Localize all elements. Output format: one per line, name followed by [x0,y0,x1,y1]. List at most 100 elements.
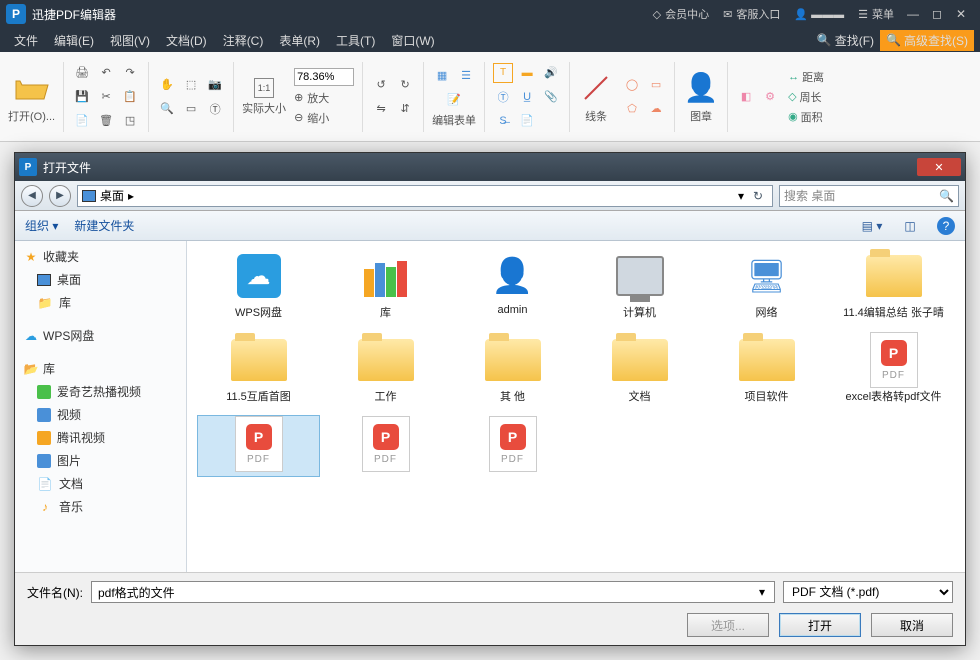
file-item[interactable]: 计算机 [578,247,701,325]
nav-desktop[interactable]: 桌面 [15,268,186,291]
attach-icon[interactable]: 📎 [541,87,561,107]
minimize-button[interactable]: — [906,7,920,21]
forward-button[interactable]: ▶ [49,185,71,207]
dialog-close-button[interactable]: ✕ [917,158,961,176]
find-button[interactable]: 🔍 查找(F) [811,30,880,51]
text-box-icon[interactable]: Ⓣ [493,87,513,107]
form-icon[interactable]: ▦ [432,66,452,86]
filetype-select[interactable]: PDF 文档 (*.pdf) [783,581,953,603]
file-item[interactable]: 库 [324,247,447,325]
zoom-out-button[interactable]: ⊖缩小 [294,110,354,126]
advanced-find-button[interactable]: 🔍 高级查找(S) [880,30,974,51]
close-button[interactable]: ✕ [954,7,968,21]
select-icon[interactable]: ⬚ [181,75,201,95]
nav-pictures[interactable]: 图片 [15,449,186,472]
redo-icon[interactable]: ↷ [120,63,140,83]
eraser-icon[interactable]: ◧ [736,87,756,107]
strike-icon[interactable]: S̶ [493,111,513,131]
new-folder-button[interactable]: 新建文件夹 [74,217,134,234]
nav-library-fav[interactable]: 📁库 [15,291,186,314]
nav-tencent[interactable]: 腾讯视频 [15,426,186,449]
marquee-icon[interactable]: ▭ [181,99,201,119]
options-button[interactable]: 选项... [687,613,769,637]
distance-button[interactable]: ↔距离 [788,69,824,85]
file-item[interactable]: PPDF [451,415,574,477]
camera-icon[interactable]: 📷 [205,75,225,95]
lines-group[interactable]: 线条 [578,70,614,124]
crop-icon[interactable]: ◳ [120,111,140,131]
cut-icon[interactable]: ✂ [96,87,116,107]
dropdown-icon[interactable]: ▾ [738,189,744,203]
open-group[interactable]: 打开(O)... [8,70,55,124]
wps-drive[interactable]: ☁WPS网盘 [15,324,186,347]
ellipse-icon[interactable]: ◯ [622,75,642,95]
back-button[interactable]: ◀ [21,185,43,207]
help-icon[interactable]: ? [937,217,955,235]
flip-v-icon[interactable]: ⇵ [395,99,415,119]
menu-item[interactable]: 表单(R) [271,29,328,52]
nav-documents[interactable]: 📄文档 [15,472,186,495]
menu-item[interactable]: 视图(V) [102,29,158,52]
flip-h-icon[interactable]: ⇋ [371,99,391,119]
zoom-in-button[interactable]: ⊕放大 [294,90,354,106]
save-icon[interactable]: 💾 [72,87,92,107]
print-icon[interactable]: 🖨 [72,63,92,83]
filename-input[interactable] [91,581,775,603]
note-icon[interactable]: 📄 [517,111,537,131]
menu-item[interactable]: 窗口(W) [383,29,442,52]
copy-icon[interactable]: 📋 [120,87,140,107]
zoom-icon[interactable]: 🔍 [157,99,177,119]
favorites-header[interactable]: ★收藏夹 [15,245,186,268]
maximize-button[interactable]: ◻ [930,7,944,21]
view-mode-button[interactable]: ▤ ▾ [861,215,883,237]
hand-icon[interactable]: ✋ [157,75,177,95]
text-tool-icon[interactable]: T [493,63,513,83]
file-item[interactable]: PPDFexcel表格转pdf文件 [832,331,955,409]
filename-dropdown-icon[interactable]: ▾ [759,585,765,599]
address-bar[interactable]: 桌面 ▸ ▾ ↻ [77,185,773,207]
file-item[interactable]: 其 他 [451,331,574,409]
clipboard-icon[interactable]: 📄 [72,111,92,131]
user-profile[interactable]: 👤 ▬▬▬ [794,8,844,21]
underline-icon[interactable]: U̲ [517,87,537,107]
edit-form-button[interactable]: 📝 编辑表单 [432,90,476,128]
search-input[interactable]: 搜索 桌面 🔍 [779,185,959,207]
gear-icon[interactable]: ⚙ [760,87,780,107]
stamp-group[interactable]: 👤 图章 [683,70,719,124]
cancel-button[interactable]: 取消 [871,613,953,637]
file-item[interactable]: 文档 [578,331,701,409]
nav-iqiyi[interactable]: 爱奇艺热播视频 [15,380,186,403]
organize-button[interactable]: 组织 ▾ [25,217,58,234]
menu-item[interactable]: 注释(C) [215,29,272,52]
nav-video[interactable]: 视频 [15,403,186,426]
file-item[interactable]: 🖥网络 [705,247,828,325]
area-button[interactable]: ◉面积 [788,109,824,125]
menu-link[interactable]: ☰ 菜单 [858,6,894,22]
file-item[interactable]: PPDF [197,415,320,477]
rect-icon[interactable]: ▭ [646,75,666,95]
form-list-icon[interactable]: ☰ [456,66,476,86]
support-link[interactable]: ✉ 客服入口 [723,6,780,22]
zoom-input[interactable] [294,68,354,86]
speaker-icon[interactable]: 🔊 [541,63,561,83]
preview-pane-button[interactable]: ◫ [899,215,921,237]
refresh-icon[interactable]: ↻ [748,189,768,203]
open-button[interactable]: 打开 [779,613,861,637]
delete-icon[interactable]: 🗑 [96,111,116,131]
file-item[interactable]: 👤admin [451,247,574,325]
highlight-icon[interactable]: ▬ [517,63,537,83]
menu-item[interactable]: 编辑(E) [46,29,102,52]
file-item[interactable]: 11.4编辑总结 张子晴 [832,247,955,325]
file-item[interactable]: 11.5互盾首图 [197,331,320,409]
perimeter-button[interactable]: ◇周长 [788,89,824,105]
real-size-button[interactable]: 1:1 实际大小 [242,78,286,116]
member-link[interactable]: ◇ 会员中心 [653,6,709,22]
rotate-left-icon[interactable]: ↺ [371,75,391,95]
menu-item[interactable]: 文档(D) [158,29,215,52]
file-item[interactable]: ☁WPS网盘 [197,247,320,325]
menu-item[interactable]: 工具(T) [328,29,383,52]
file-item[interactable]: 项目软件 [705,331,828,409]
menu-item[interactable]: 文件 [6,29,46,52]
undo-icon[interactable]: ↶ [96,63,116,83]
polygon-icon[interactable]: ⬠ [622,99,642,119]
